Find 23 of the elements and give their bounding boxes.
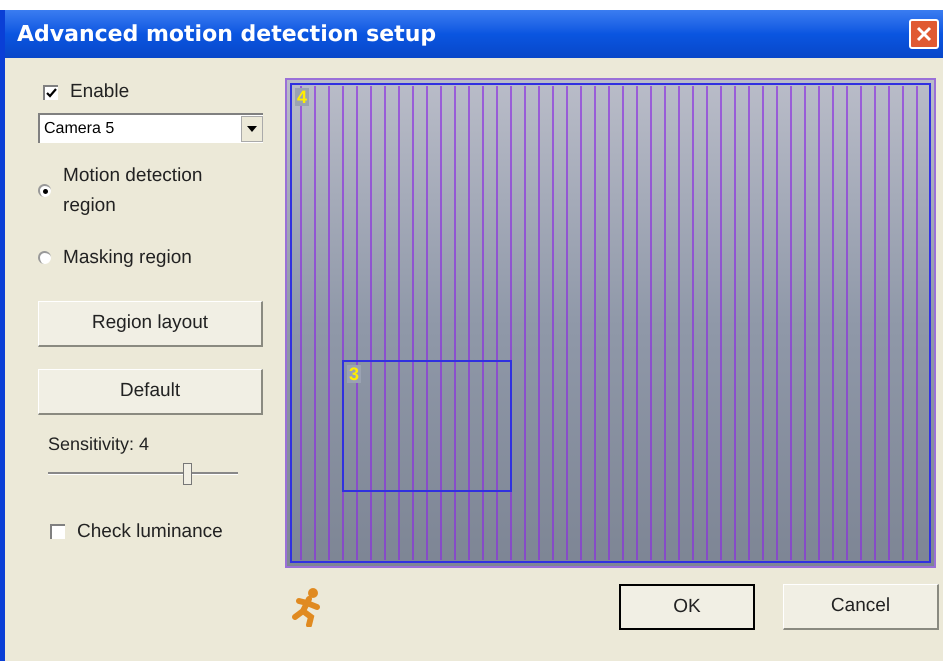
radio-label: Masking region — [63, 246, 193, 270]
checkbox-label: Check luminance — [77, 520, 223, 544]
close-button[interactable] — [909, 19, 939, 49]
window-title: Advanced motion detection setup — [17, 20, 436, 48]
slider-thumb[interactable] — [182, 462, 192, 484]
push-button[interactable]: Region layout — [38, 300, 263, 346]
region-number: 4 — [295, 88, 310, 106]
checkbox[interactable] — [43, 84, 58, 100]
checkbox[interactable] — [50, 524, 65, 540]
radio-label: Motion detection region — [63, 164, 204, 218]
radio-button[interactable] — [38, 184, 51, 197]
camera-dropdown[interactable]: Camera 5 — [38, 112, 263, 142]
dropdown-arrow-icon — [247, 126, 257, 132]
sensitivity-label: Sensitivity: 4 — [47, 432, 150, 456]
check-icon — [46, 88, 57, 99]
dialog-button[interactable]: OK — [619, 584, 755, 630]
checkbox-label: Enable — [70, 80, 130, 104]
region-number: 3 — [347, 365, 362, 383]
push-button[interactable]: Default — [38, 368, 263, 414]
radio-button[interactable] — [38, 251, 51, 264]
dialog-button[interactable]: Cancel — [783, 584, 939, 630]
slider-track[interactable] — [48, 462, 238, 486]
close-icon — [916, 26, 932, 42]
